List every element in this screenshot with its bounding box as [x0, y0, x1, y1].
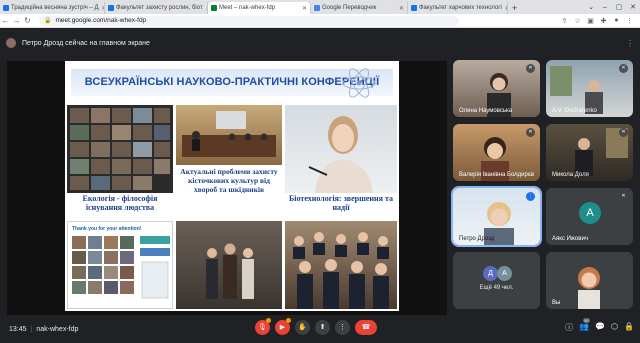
participant-tile[interactable]: ✕ Валерія Іванівна Болдирєв — [453, 124, 540, 181]
mic-off-icon: ✕ — [526, 64, 535, 73]
translate-icon — [314, 5, 320, 11]
avatar: А — [497, 266, 512, 281]
self-view-tile[interactable]: Вы — [546, 252, 633, 309]
more-options-button[interactable]: ⋮ — [335, 320, 350, 335]
avatar: A — [579, 202, 601, 224]
hand-icon: ✋ — [298, 324, 307, 331]
notice-text: Петро Дрозд сейчас на главном экране — [22, 39, 150, 47]
leave-call-button[interactable]: ☎ — [355, 320, 377, 335]
slide-caption: Екологія - філософія існування людства — [82, 194, 158, 212]
clock-time: 13:45 — [9, 326, 27, 333]
favicon-icon — [108, 5, 114, 11]
presentation-slide: ВСЕУКРАЇНСЬКІ НАУКОВО-ПРАКТИЧНІ КОНФЕРЕН… — [65, 61, 399, 311]
browser-tab[interactable]: Факультет захисту рослин, біот ✕ — [105, 2, 208, 14]
favicon-icon — [411, 5, 417, 11]
people-count: 56 — [583, 318, 590, 323]
camera-toggle-button[interactable]: ▶ — [275, 318, 291, 335]
participant-grid: ✕ Олена Наумовська ✕ A.V. Ovcharenko ✕ В… — [451, 0, 640, 320]
warning-badge — [286, 318, 291, 323]
browser-tab-active[interactable]: Meet – nak-whex-fdp ✕ — [208, 2, 311, 14]
thank-you-slide: Thank you for your attention! — [67, 221, 173, 309]
meeting-code: nak-whex-fdp — [36, 326, 79, 333]
warning-badge — [266, 318, 271, 323]
close-icon[interactable]: ✕ — [396, 5, 404, 12]
url-field[interactable]: 🔒 meet.google.com/nak-whex-fdp — [39, 15, 459, 26]
mic-off-icon: ✕ — [619, 64, 628, 73]
participant-name: Валерія Іванівна Болдирєв — [459, 172, 535, 178]
close-icon[interactable]: ✕ — [299, 5, 307, 12]
call-controls: 🎙 ▶ ✋ ⬆ ⋮ ☎ — [255, 318, 377, 335]
mic-off-icon: ✕ — [619, 128, 628, 137]
camera-off-icon: ▶ — [279, 324, 286, 331]
speaking-icon: ⋮ — [526, 192, 535, 201]
meet-icon — [211, 5, 217, 11]
avatar — [6, 38, 16, 48]
browser-tab[interactable]: Традиційна весняна зустріч – Д ✕ — [0, 2, 105, 14]
participant-name: Петро Дрозд — [459, 236, 495, 242]
tab-label: Google Переводчик — [322, 5, 377, 11]
url-text: meet.google.com/nak-whex-fdp — [55, 17, 147, 24]
participant-tile-active[interactable]: ⋮ Петро Дрозд — [451, 186, 542, 247]
back-icon[interactable]: ← — [0, 16, 11, 25]
mic-toggle-button[interactable]: 🎙 — [255, 318, 271, 335]
participant-name: Аякс Ижович — [552, 236, 588, 242]
participant-tile[interactable]: ✕ A.V. Ovcharenko — [546, 60, 633, 117]
atom-icon — [342, 68, 376, 98]
avatar: Д — [483, 266, 498, 281]
host-controls-icon[interactable]: 🔒 — [624, 322, 634, 333]
participant-tile[interactable]: ✕ Олена Наумовська — [453, 60, 540, 117]
people-icon[interactable]: 👥 56 — [579, 318, 590, 333]
tab-label: Традиційна весняна зустріч – Д — [11, 5, 99, 11]
participant-tile[interactable]: A ✕ Аякс Ижович — [546, 188, 633, 245]
favicon-icon — [3, 5, 9, 11]
slide-caption: Актуальні проблеми захисту кісточкових к… — [180, 167, 278, 194]
participant-name: A.V. Ovcharenko — [552, 108, 597, 114]
participant-tile[interactable]: ✕ Микола Доля — [546, 124, 633, 181]
mic-off-icon: ✕ — [619, 192, 628, 201]
separator: | — [30, 326, 33, 333]
tab-label: Meet – nak-whex-fdp — [219, 5, 276, 11]
participant-name: Микола Доля — [552, 172, 589, 178]
participant-name: Олена Наумовська — [459, 108, 513, 114]
participant-name: Вы — [552, 300, 561, 306]
lock-icon[interactable]: 🔒 — [44, 17, 51, 24]
raise-hand-button[interactable]: ✋ — [295, 320, 310, 335]
reload-icon[interactable]: ↻ — [22, 16, 33, 25]
more-participants-tile[interactable]: Д А Ещё 49 чел. — [453, 252, 540, 309]
conference-hall-photo — [176, 105, 282, 165]
group-photo — [176, 221, 282, 309]
mic-off-icon: 🎙 — [258, 324, 267, 331]
mic-off-icon: ✕ — [526, 128, 535, 137]
browser-tab[interactable]: Google Переводчик ✕ — [311, 2, 408, 14]
slide-caption: Біотехнологія: звершення та надії — [289, 194, 393, 212]
presentation-area: ВСЕУКРАЇНСЬКІ НАУКОВО-ПРАКТИЧНІ КОНФЕРЕН… — [7, 61, 447, 315]
audience-photo — [285, 221, 397, 309]
present-icon: ⬆ — [319, 324, 326, 331]
speaker-photo — [285, 105, 397, 193]
zoom-grid-photo — [67, 105, 173, 193]
chat-icon[interactable]: 💬 — [595, 322, 605, 333]
meeting-control-bar: 13:45 | nak-whex-fdp 🎙 ▶ ✋ ⬆ ⋮ ☎ ⓘ 👥 56 💬 ⬡… — [0, 316, 640, 343]
phone-hangup-icon: ☎ — [361, 324, 371, 331]
present-button[interactable]: ⬆ — [315, 320, 330, 335]
side-panel-controls: ⓘ 👥 56 💬 ⬡ 🔒 — [565, 318, 634, 333]
meeting-info: 13:45 | nak-whex-fdp — [0, 326, 78, 333]
tab-label: Факультет захисту рослин, біот — [116, 5, 203, 11]
forward-icon[interactable]: → — [11, 16, 22, 25]
activities-icon[interactable]: ⬡ — [611, 322, 618, 333]
more-participants-label: Ещё 49 чел. — [479, 285, 514, 291]
info-icon[interactable]: ⓘ — [565, 322, 573, 333]
more-vert-icon: ⋮ — [339, 324, 346, 331]
